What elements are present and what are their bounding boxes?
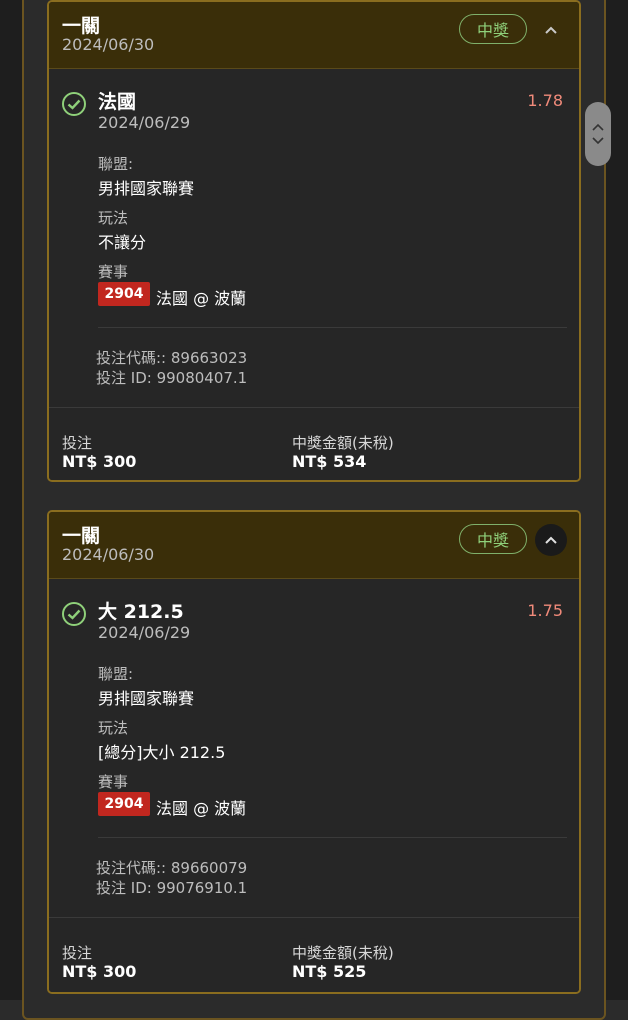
league-value: 男排國家聯賽 — [98, 689, 195, 708]
bet-card: 一關 2024/06/30 中獎 法國 2024/06/29 1.78 聯盟: … — [47, 0, 581, 482]
bet-type-title: 一關 — [62, 525, 101, 547]
divider — [98, 327, 567, 328]
chevron-up-icon — [545, 536, 557, 544]
event-label: 賽事 — [98, 773, 129, 791]
event-name: 法國 @ 波蘭 — [156, 289, 247, 308]
event-label: 賽事 — [98, 263, 129, 281]
stake-label: 投注 — [62, 434, 93, 452]
market-label: 玩法 — [98, 209, 129, 227]
bet-code: 投注代碼:: 89663023 — [96, 349, 248, 367]
league-label: 聯盟: — [98, 155, 134, 173]
bet-card-header[interactable]: 一關 2024/06/30 中獎 — [49, 2, 579, 69]
collapse-button[interactable] — [535, 524, 567, 556]
bet-card-header[interactable]: 一關 2024/06/30 中獎 — [49, 512, 579, 579]
bet-type-title: 一關 — [62, 15, 101, 37]
bet-date: 2024/06/30 — [62, 545, 155, 564]
collapse-button[interactable] — [535, 14, 567, 46]
market-value: 不讓分 — [98, 233, 147, 252]
bet-id: 投注 ID: 99080407.1 — [96, 369, 248, 387]
status-badge: 中獎 — [459, 524, 527, 554]
chevron-up-icon — [545, 26, 557, 34]
event-name: 法國 @ 波蘭 — [156, 799, 247, 818]
bet-code: 投注代碼:: 89660079 — [96, 859, 248, 877]
event-id-badge: 2904 — [98, 792, 150, 816]
league-label: 聯盟: — [98, 665, 134, 683]
status-badge: 中獎 — [459, 14, 527, 44]
stake-value: NT$ 300 — [62, 452, 137, 471]
chevron-up-icon[interactable] — [592, 123, 604, 131]
check-circle-icon — [62, 92, 86, 116]
pick-date: 2024/06/29 — [98, 623, 191, 642]
divider — [49, 917, 579, 918]
league-value: 男排國家聯賽 — [98, 179, 195, 198]
divider — [98, 837, 567, 838]
bet-date: 2024/06/30 — [62, 35, 155, 54]
scroll-handle[interactable] — [585, 102, 611, 166]
bet-details: 大 212.5 2024/06/29 1.75 聯盟: 男排國家聯賽 玩法 [總… — [49, 581, 579, 992]
bet-details: 法國 2024/06/29 1.78 聯盟: 男排國家聯賽 玩法 不讓分 賽事 … — [49, 71, 579, 480]
screen: 一關 2024/06/30 中獎 法國 2024/06/29 1.78 聯盟: … — [0, 0, 628, 1020]
chevron-down-icon[interactable] — [592, 137, 604, 145]
event-id-badge: 2904 — [98, 282, 150, 306]
payout-value: NT$ 525 — [292, 962, 367, 981]
pick-date: 2024/06/29 — [98, 113, 191, 132]
stake-label: 投注 — [62, 944, 93, 962]
payout-label: 中獎金額(未稅) — [292, 944, 394, 962]
pick-name: 大 212.5 — [98, 601, 184, 623]
payout-value: NT$ 534 — [292, 452, 367, 471]
odds-value: 1.78 — [527, 91, 563, 110]
divider — [49, 407, 579, 408]
check-circle-icon — [62, 602, 86, 626]
pick-name: 法國 — [98, 91, 137, 113]
bet-card: 一關 2024/06/30 中獎 大 212.5 2024/06/29 1.75… — [47, 510, 581, 994]
market-value: [總分]大小 212.5 — [98, 743, 226, 762]
payout-label: 中獎金額(未稅) — [292, 434, 394, 452]
odds-value: 1.75 — [527, 601, 563, 620]
bet-id: 投注 ID: 99076910.1 — [96, 879, 248, 897]
market-label: 玩法 — [98, 719, 129, 737]
stake-value: NT$ 300 — [62, 962, 137, 981]
